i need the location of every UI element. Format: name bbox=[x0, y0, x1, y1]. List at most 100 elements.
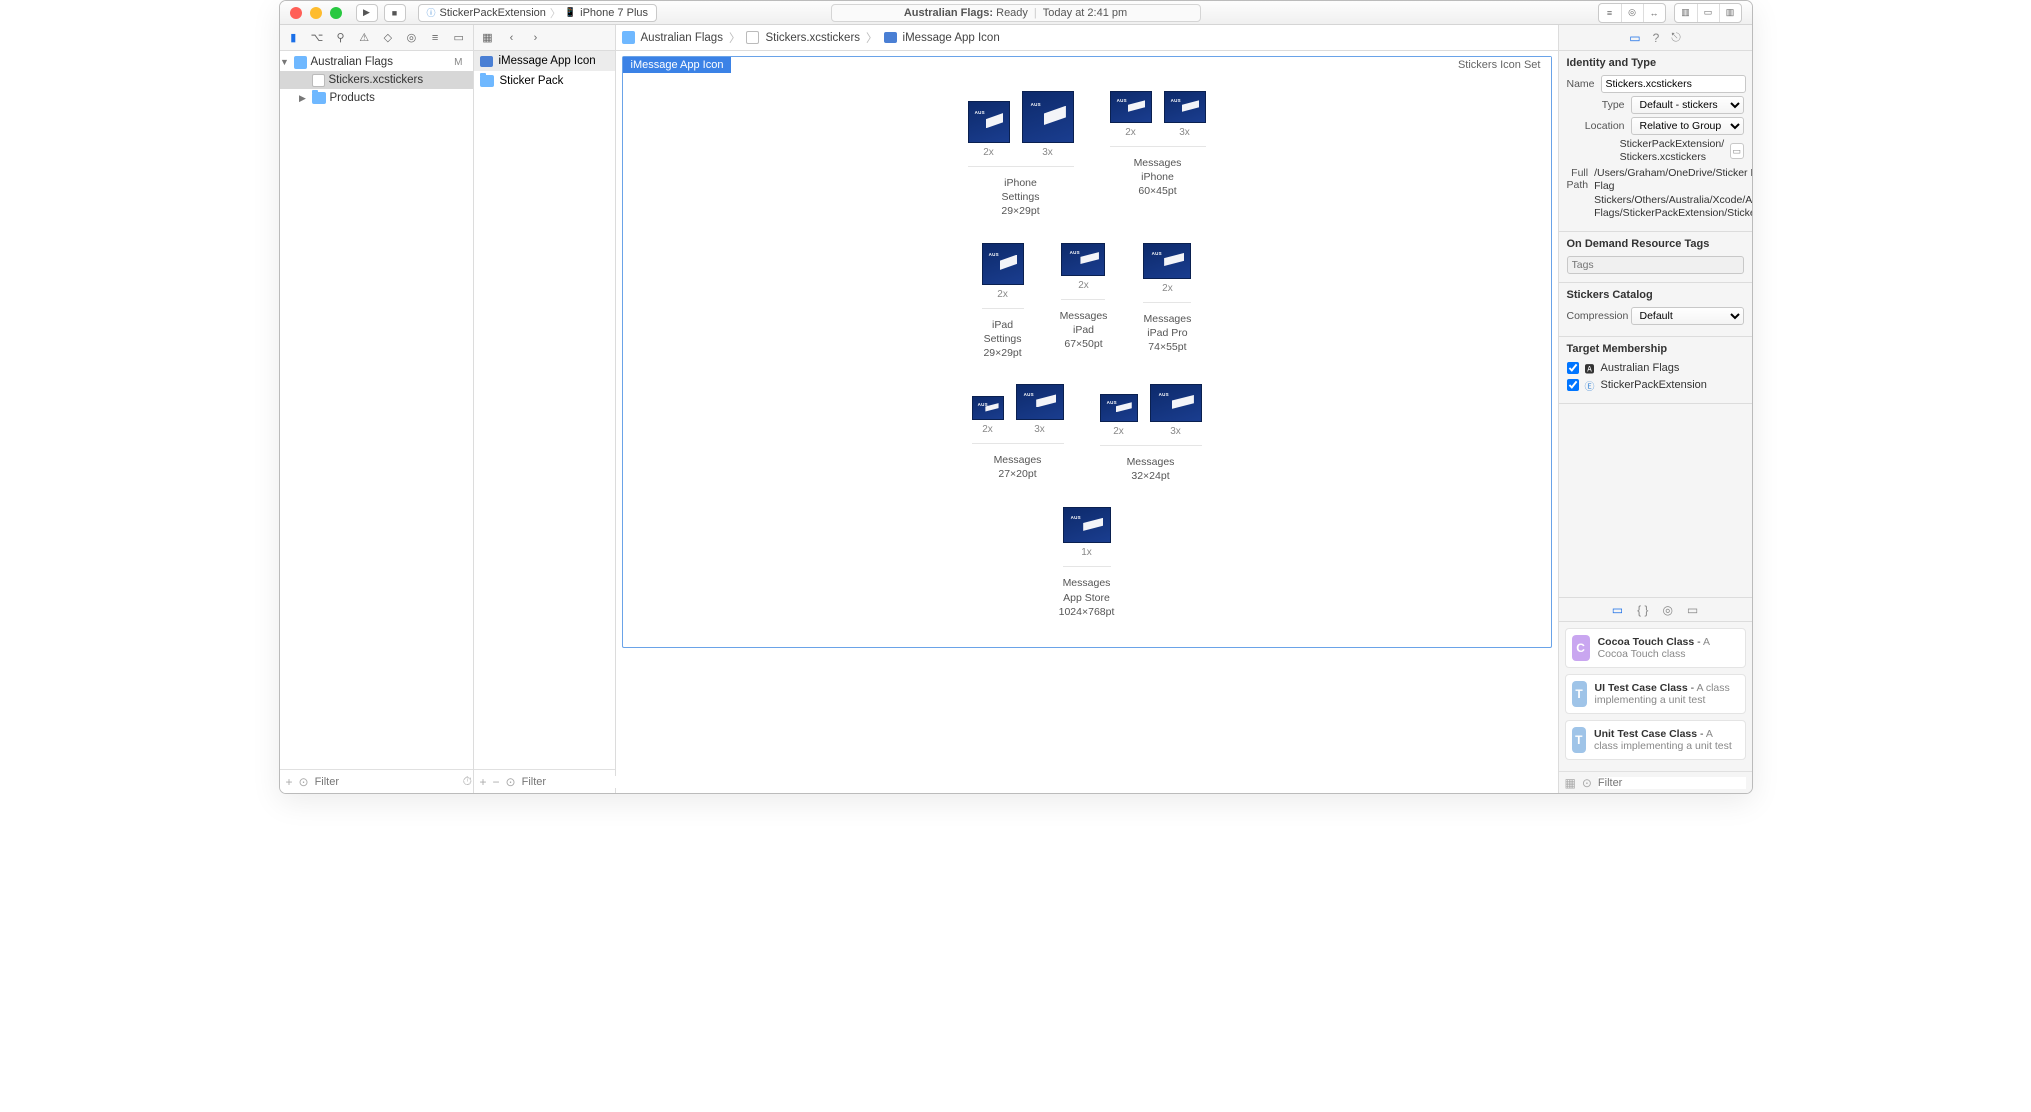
zoom-window-button[interactable] bbox=[330, 7, 342, 19]
slot-meta: MessagesiPad Pro74×55pt bbox=[1143, 309, 1191, 355]
library-item[interactable]: CCocoa Touch Class - A Cocoa Touch class bbox=[1565, 628, 1746, 668]
recent-filter-icon[interactable]: ⏱ bbox=[463, 774, 472, 789]
icon-slot[interactable]: AUS3x bbox=[1150, 384, 1202, 437]
editor-mode-segmented[interactable]: ≡ ◎ ↔ bbox=[1598, 3, 1666, 23]
toggle-debug-icon[interactable]: ▭ bbox=[1697, 4, 1719, 22]
filter-scope-icon[interactable]: ⊙ bbox=[299, 775, 309, 789]
media-library-icon[interactable]: ▭ bbox=[1687, 603, 1698, 617]
project-tree[interactable]: ▼ Australian Flags M Stickers.xcstickers… bbox=[280, 51, 473, 769]
icon-slot[interactable]: AUS 3x bbox=[1016, 384, 1064, 435]
file-template-library-icon[interactable]: ▭ bbox=[1612, 603, 1623, 617]
debug-navigator-icon[interactable]: ≡ bbox=[427, 30, 443, 46]
related-items-icon[interactable]: ▦ bbox=[480, 30, 496, 46]
tree-project-row[interactable]: ▼ Australian Flags M bbox=[280, 53, 473, 71]
library-item[interactable]: TUnit Test Case Class - A class implemen… bbox=[1565, 720, 1746, 760]
type-select[interactable]: Default - stickers bbox=[1631, 96, 1744, 114]
icon-slot-image[interactable]: AUS bbox=[1100, 394, 1138, 422]
toggle-inspector-icon[interactable]: ▥ bbox=[1719, 4, 1741, 22]
icon-slot-image[interactable]: AUS bbox=[1164, 91, 1206, 123]
icon-slot[interactable]: AUS2x bbox=[1110, 91, 1152, 138]
version-editor-icon[interactable]: ↔ bbox=[1643, 4, 1665, 22]
icon-group: AUS2xiPadSettings29×29pt bbox=[982, 243, 1024, 361]
icon-slot-image[interactable]: AUS bbox=[968, 101, 1010, 143]
jump-bar[interactable]: Australian Flags 〉 Stickers.xcstickers 〉… bbox=[616, 25, 1558, 51]
slot-scale-label: 3x bbox=[1034, 424, 1045, 435]
source-control-navigator-icon[interactable]: ⌥ bbox=[309, 30, 325, 46]
symbol-navigator-icon[interactable]: ⚲ bbox=[333, 30, 349, 46]
icon-slot[interactable]: AUS2x bbox=[968, 101, 1010, 158]
icon-slot-image[interactable]: AUS bbox=[1063, 507, 1111, 543]
icon-row: AUS2xAUS3xiPhoneSettings29×29ptAUS2xAUS3… bbox=[968, 91, 1206, 219]
icon-slot-image[interactable]: AUS bbox=[1110, 91, 1152, 123]
library-item[interactable]: TUI Test Case Class - A class implementi… bbox=[1565, 674, 1746, 714]
stickers-file-icon bbox=[746, 31, 759, 44]
object-library-icon[interactable]: ◎ bbox=[1662, 603, 1672, 617]
icon-slot-image[interactable]: AUS bbox=[1143, 243, 1191, 279]
breakpoint-navigator-icon[interactable]: ▭ bbox=[451, 30, 467, 46]
asset-title: iMessage App Icon bbox=[623, 57, 732, 73]
add-icon[interactable]: + bbox=[480, 775, 487, 789]
icon-slot[interactable]: AUS2x bbox=[982, 243, 1024, 300]
forward-icon[interactable]: › bbox=[528, 30, 544, 46]
slot-scale-label: 2x bbox=[982, 424, 993, 435]
odr-tags-input[interactable] bbox=[1567, 256, 1744, 274]
icon-slot[interactable]: AUS2x bbox=[1100, 394, 1138, 437]
panel-toggle-segmented[interactable]: ▥ ▭ ▥ bbox=[1674, 3, 1742, 23]
jump-seg[interactable]: iMessage App Icon bbox=[903, 32, 1000, 44]
filter-scope-icon[interactable]: ⊙ bbox=[506, 775, 516, 789]
location-select[interactable]: Relative to Group bbox=[1631, 117, 1744, 135]
outline-row[interactable]: iMessage App Icon bbox=[474, 51, 615, 71]
name-input[interactable] bbox=[1601, 75, 1746, 93]
assistant-editor-icon[interactable]: ◎ bbox=[1621, 4, 1643, 22]
close-window-button[interactable] bbox=[290, 7, 302, 19]
icon-slot-image[interactable]: AUS bbox=[1016, 384, 1064, 420]
target-row[interactable]: 🅰 Australian Flags bbox=[1567, 361, 1744, 376]
grid-view-icon[interactable]: ▦ bbox=[1565, 776, 1576, 790]
jump-seg[interactable]: Stickers.xcstickers bbox=[765, 32, 860, 44]
icon-slot[interactable]: AUS2x bbox=[1143, 243, 1191, 294]
filter-scope-icon[interactable]: ⊙ bbox=[1582, 776, 1592, 790]
code-snippet-library-icon[interactable]: { } bbox=[1637, 603, 1648, 617]
scheme-selector[interactable]: ⓘ StickerPackExtension 〉 📱 iPhone 7 Plus bbox=[418, 4, 658, 22]
issue-navigator-icon[interactable]: ◇ bbox=[380, 30, 396, 46]
quick-help-icon[interactable]: ? bbox=[1653, 31, 1660, 45]
standard-editor-icon[interactable]: ≡ bbox=[1599, 4, 1621, 22]
target-checkbox[interactable] bbox=[1567, 362, 1579, 374]
toggle-navigator-icon[interactable]: ▥ bbox=[1675, 4, 1697, 22]
target-row[interactable]: Ⓔ StickerPackExtension bbox=[1567, 378, 1744, 393]
asset-canvas[interactable]: iMessage App Icon Stickers Icon Set AUS2… bbox=[622, 56, 1552, 648]
activity-viewer[interactable]: Australian Flags: Ready | Today at 2:41 … bbox=[831, 4, 1201, 22]
attributes-inspector-icon[interactable]: ⎋ bbox=[1671, 30, 1681, 45]
icon-slot[interactable]: AUS 2x bbox=[972, 396, 1004, 435]
jump-seg[interactable]: Australian Flags bbox=[641, 32, 723, 44]
icon-slot[interactable]: AUS2x bbox=[1061, 243, 1105, 291]
find-navigator-icon[interactable]: ⚠ bbox=[356, 30, 372, 46]
back-icon[interactable]: ‹ bbox=[504, 30, 520, 46]
icon-slot-image[interactable]: AUS bbox=[972, 396, 1004, 420]
icon-slot-image[interactable]: AUS bbox=[1150, 384, 1202, 422]
asset-outline-list[interactable]: iMessage App IconSticker Pack bbox=[474, 51, 615, 769]
add-icon[interactable]: + bbox=[286, 775, 293, 789]
run-button[interactable]: ▶ bbox=[356, 4, 378, 22]
compression-select[interactable]: Default bbox=[1631, 307, 1744, 325]
tree-row[interactable]: ▶ Products bbox=[280, 89, 473, 107]
choose-location-icon[interactable]: ▭ bbox=[1730, 143, 1743, 159]
minimize-window-button[interactable] bbox=[310, 7, 322, 19]
outline-row[interactable]: Sticker Pack bbox=[474, 71, 615, 91]
target-checkbox[interactable] bbox=[1567, 379, 1579, 391]
stop-button[interactable]: ■ bbox=[384, 4, 406, 22]
icon-slot-image[interactable]: AUS bbox=[1061, 243, 1105, 276]
icon-slot[interactable]: AUS3x bbox=[1022, 91, 1074, 158]
tree-row[interactable]: Stickers.xcstickers bbox=[280, 71, 473, 89]
icon-slot-image[interactable]: AUS bbox=[1022, 91, 1074, 143]
library-filter-input[interactable] bbox=[1598, 777, 1746, 789]
location-path: StickerPackExtension/ Stickers.xcsticker… bbox=[1620, 138, 1724, 164]
navigator-filter-input[interactable] bbox=[315, 776, 457, 788]
icon-slot-image[interactable]: AUS bbox=[982, 243, 1024, 285]
icon-slot[interactable]: AUS3x bbox=[1164, 91, 1206, 138]
project-navigator-icon[interactable]: ▮ bbox=[286, 30, 302, 46]
file-inspector-icon[interactable]: ▭ bbox=[1629, 31, 1640, 45]
remove-icon[interactable]: − bbox=[493, 775, 500, 789]
icon-slot[interactable]: AUS1x bbox=[1063, 507, 1111, 558]
test-navigator-icon[interactable]: ◎ bbox=[404, 30, 420, 46]
